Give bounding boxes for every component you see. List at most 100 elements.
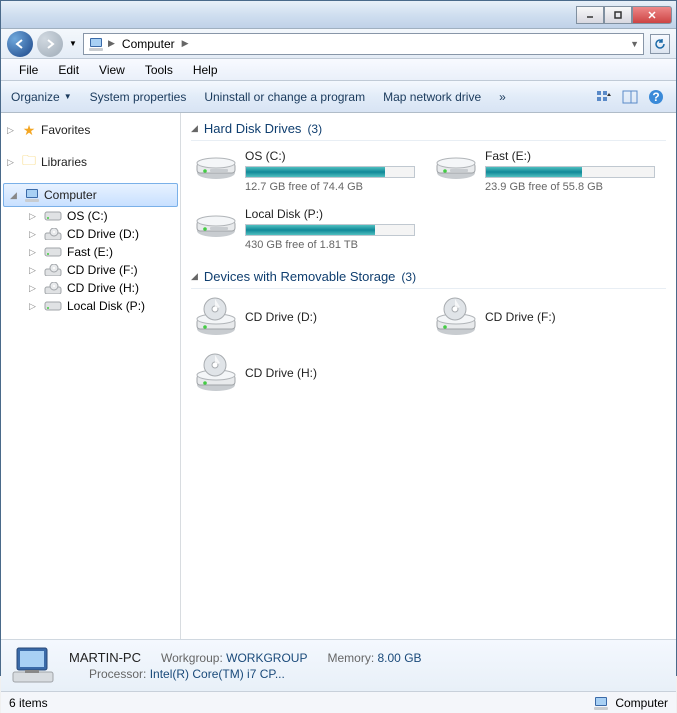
maximize-button[interactable] [604,6,632,24]
capacity-bar [245,224,415,236]
sidebar-label: Computer [44,188,97,202]
sidebar-drive-item[interactable]: ▷ CD Drive (H:) [23,279,180,297]
menu-tools[interactable]: Tools [135,61,183,79]
details-workgroup: WORKGROUP [226,651,307,665]
sidebar-item-label: CD Drive (F:) [67,263,138,277]
chevron-right-icon: ▷ [29,301,39,312]
explorer-window: ▼ ▶ Computer ▶ ▼ File Edit View Tools He… [0,0,677,676]
sidebar-computer[interactable]: ◢ Computer [3,183,178,207]
details-workgroup-label: Workgroup: [161,651,223,665]
drive-name: OS (C:) [245,149,415,163]
hard-drive-icon [435,149,477,181]
status-item-count: 6 items [9,696,48,710]
menu-help[interactable]: Help [183,61,228,79]
chevron-right-icon: ▷ [29,265,39,276]
details-processor: Intel(R) Core(TM) i7 CP... [150,667,285,681]
breadcrumb-separator-icon[interactable]: ▶ [182,38,189,49]
map-network-drive-button[interactable]: Map network drive [383,90,481,104]
history-dropdown-icon[interactable]: ▼ [67,39,79,48]
section-count: (3) [307,122,322,136]
section-title: Devices with Removable Storage [204,269,395,284]
computer-icon [88,37,104,51]
refresh-button[interactable] [650,34,670,54]
toolbar: Organize ▼ System properties Uninstall o… [1,81,676,113]
computer-icon [593,696,609,710]
chevron-right-icon: ▷ [29,229,39,240]
menu-edit[interactable]: Edit [48,61,89,79]
drive-name: CD Drive (D:) [245,310,317,324]
sidebar-drive-item[interactable]: ▷OS (C:) [23,207,180,225]
details-processor-label: Processor: [89,667,146,681]
status-bar: 6 items Computer [1,691,676,713]
sidebar-item-label: Local Disk (P:) [67,299,145,313]
system-properties-button[interactable]: System properties [90,90,187,104]
sidebar-drive-item[interactable]: ▷ CD Drive (F:) [23,261,180,279]
forward-button[interactable] [37,31,63,57]
sidebar-drive-item[interactable]: ▷Fast (E:) [23,243,180,261]
chevron-down-icon: ◢ [10,190,20,201]
help-button[interactable]: ? [646,87,666,107]
sidebar-item-label: Fast (E:) [67,245,113,259]
sidebar-item-label: OS (C:) [67,209,108,223]
back-button[interactable] [7,31,33,57]
sidebar-libraries[interactable]: ▷ 🗀 Libraries [1,151,180,173]
drive-free-text: 430 GB free of 1.81 TB [245,239,415,251]
details-pane: MARTIN-PC Workgroup: WORKGROUP Memory: 8… [1,639,676,691]
section-title: Hard Disk Drives [204,121,302,136]
organize-button[interactable]: Organize ▼ [11,90,72,104]
view-options-button[interactable] [594,87,614,107]
sidebar-favorites[interactable]: ▷ ★ Favorites [1,119,180,141]
hard-drive-icon [44,246,62,258]
hard-drive-icon [44,300,62,312]
status-location: Computer [615,696,668,710]
preview-pane-button[interactable] [620,87,640,107]
sidebar-drive-item[interactable]: ▷ CD Drive (D:) [23,225,180,243]
capacity-bar [485,166,655,178]
hard-drive-icon [195,207,237,239]
section-header-hdd[interactable]: ◢ Hard Disk Drives (3) [191,117,666,141]
breadcrumb-computer[interactable]: Computer [119,36,178,52]
drive-tile[interactable]: Fast (E:) 23.9 GB free of 55.8 GB [431,145,651,197]
chevron-right-icon: ▷ [29,283,39,294]
window-controls [576,6,672,24]
address-bar[interactable]: ▶ Computer ▶ ▼ [83,33,644,55]
sidebar-item-label: CD Drive (H:) [67,281,139,295]
cd-drive-icon [44,264,62,276]
cd-drive-icon [195,353,237,395]
drive-tile[interactable]: CD Drive (D:) [191,293,411,343]
drive-name: CD Drive (F:) [485,310,556,324]
section-count: (3) [401,270,416,284]
drive-free-text: 12.7 GB free of 74.4 GB [245,181,415,193]
close-button[interactable] [632,6,672,24]
drive-tile[interactable]: CD Drive (F:) [431,293,651,343]
drive-tile[interactable]: Local Disk (P:) 430 GB free of 1.81 TB [191,203,411,255]
sidebar-item-label: CD Drive (D:) [67,227,139,241]
minimize-button[interactable] [576,6,604,24]
details-memory-label: Memory: [327,651,374,665]
navigation-pane: ▷ ★ Favorites ▷ 🗀 Libraries ◢ Computer [1,113,181,639]
cd-drive-icon [435,297,477,339]
menu-file[interactable]: File [9,61,48,79]
chevron-down-icon: ◢ [191,271,198,282]
body-split: ▷ ★ Favorites ▷ 🗀 Libraries ◢ Computer [1,113,676,639]
sidebar-label: Libraries [41,155,87,169]
capacity-bar [245,166,415,178]
drive-name: CD Drive (H:) [245,366,317,380]
section-header-removable[interactable]: ◢ Devices with Removable Storage (3) [191,265,666,289]
uninstall-program-button[interactable]: Uninstall or change a program [204,90,365,104]
star-icon: ★ [21,122,37,138]
svg-text:?: ? [652,90,659,104]
drive-tile[interactable]: CD Drive (H:) [191,349,411,399]
breadcrumb-separator-icon[interactable]: ▶ [108,38,115,49]
address-dropdown-icon[interactable]: ▼ [630,39,639,49]
drive-tile[interactable]: OS (C:) 12.7 GB free of 74.4 GB [191,145,411,197]
sidebar-drive-item[interactable]: ▷ Local Disk (P:) [23,297,180,315]
chevron-down-icon: ◢ [191,123,198,134]
cd-drive-icon [44,282,62,294]
chevron-right-icon: ▷ [7,157,17,168]
menu-bar: File Edit View Tools Help [1,59,676,81]
cd-drive-icon [44,228,62,240]
menu-view[interactable]: View [89,61,135,79]
sidebar-label: Favorites [41,123,90,137]
toolbar-overflow-button[interactable]: » [499,90,506,104]
